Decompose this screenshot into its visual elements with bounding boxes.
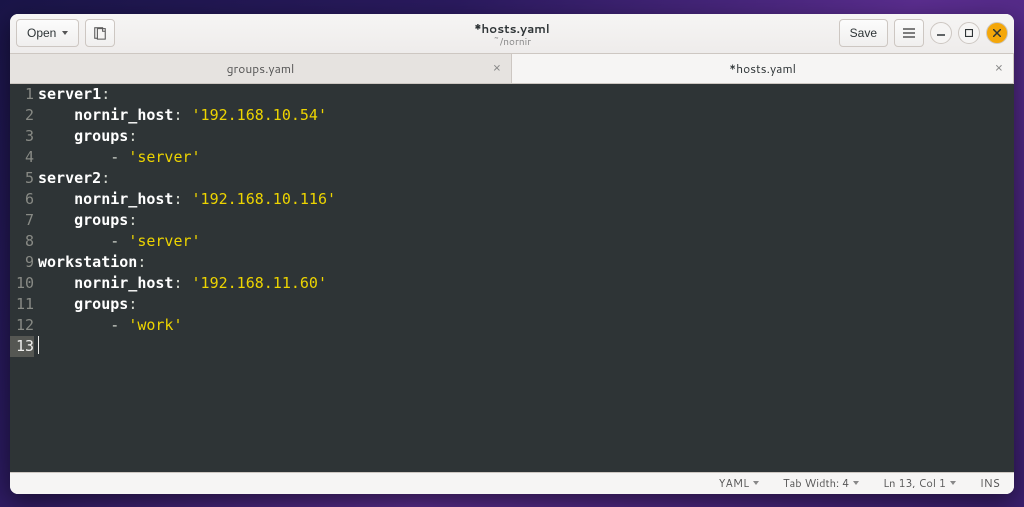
dropdown-icon bbox=[853, 481, 859, 485]
minimize-icon bbox=[937, 29, 945, 37]
code-line[interactable]: nornir_host: '192.168.11.60' bbox=[38, 273, 1014, 294]
status-bar: YAML Tab Width: 4 Ln 13, Col 1 INS bbox=[10, 472, 1014, 494]
tab-bar: groups.yaml × *hosts.yaml × bbox=[10, 54, 1014, 84]
status-insert-mode[interactable]: INS bbox=[980, 475, 1000, 491]
line-number: 5 bbox=[10, 168, 34, 189]
tab-label: *hosts.yaml bbox=[729, 60, 796, 77]
line-number: 10 bbox=[10, 273, 34, 294]
line-number: 9 bbox=[10, 252, 34, 273]
line-number: 2 bbox=[10, 105, 34, 126]
code-line[interactable]: groups: bbox=[38, 294, 1014, 315]
tab--hosts-yaml[interactable]: *hosts.yaml × bbox=[512, 54, 1014, 83]
code-line[interactable]: server2: bbox=[38, 168, 1014, 189]
line-number: 3 bbox=[10, 126, 34, 147]
code-content[interactable]: server1: nornir_host: '192.168.10.54' gr… bbox=[38, 84, 1014, 472]
code-line[interactable]: - 'work' bbox=[38, 315, 1014, 336]
maximize-icon bbox=[965, 29, 973, 37]
save-button[interactable]: Save bbox=[839, 19, 888, 47]
text-cursor bbox=[38, 336, 39, 354]
hamburger-icon bbox=[902, 26, 916, 40]
close-button[interactable] bbox=[986, 22, 1008, 44]
code-line[interactable]: nornir_host: '192.168.10.54' bbox=[38, 105, 1014, 126]
code-line[interactable]: - 'server' bbox=[38, 147, 1014, 168]
status-position[interactable]: Ln 13, Col 1 bbox=[883, 475, 956, 491]
line-number-gutter: 12345678910111213 bbox=[10, 84, 38, 472]
status-tab-width-label: Tab Width: 4 bbox=[783, 475, 849, 491]
line-number: 11 bbox=[10, 294, 34, 315]
new-tab-button[interactable] bbox=[85, 19, 115, 47]
code-line[interactable]: groups: bbox=[38, 126, 1014, 147]
open-button[interactable]: Open bbox=[16, 19, 79, 47]
tab-groups-yaml[interactable]: groups.yaml × bbox=[10, 54, 512, 83]
maximize-button[interactable] bbox=[958, 22, 980, 44]
editor-window: Open *hosts.yaml ~/nornir Save bbox=[10, 14, 1014, 494]
line-number: 12 bbox=[10, 315, 34, 336]
tab-label: groups.yaml bbox=[227, 60, 295, 77]
status-language[interactable]: YAML bbox=[719, 475, 759, 491]
line-number: 7 bbox=[10, 210, 34, 231]
code-line[interactable]: workstation: bbox=[38, 252, 1014, 273]
status-tab-width[interactable]: Tab Width: 4 bbox=[783, 475, 859, 491]
status-position-label: Ln 13, Col 1 bbox=[883, 475, 946, 491]
code-line[interactable]: server1: bbox=[38, 84, 1014, 105]
minimize-button[interactable] bbox=[930, 22, 952, 44]
code-line[interactable]: nornir_host: '192.168.10.116' bbox=[38, 189, 1014, 210]
line-number: 13 bbox=[10, 336, 34, 357]
line-number: 1 bbox=[10, 84, 34, 105]
line-number: 6 bbox=[10, 189, 34, 210]
dropdown-icon bbox=[950, 481, 956, 485]
hamburger-menu-button[interactable] bbox=[894, 19, 924, 47]
line-number: 8 bbox=[10, 231, 34, 252]
titlebar: Open *hosts.yaml ~/nornir Save bbox=[10, 14, 1014, 54]
tab-close-icon[interactable]: × bbox=[493, 59, 501, 77]
line-number: 4 bbox=[10, 147, 34, 168]
close-icon bbox=[993, 29, 1001, 37]
editor-area[interactable]: 12345678910111213 server1: nornir_host: … bbox=[10, 84, 1014, 472]
code-line[interactable] bbox=[38, 336, 1014, 357]
code-line[interactable]: - 'server' bbox=[38, 231, 1014, 252]
new-document-icon bbox=[93, 26, 107, 40]
tab-close-icon[interactable]: × bbox=[995, 59, 1003, 77]
status-language-label: YAML bbox=[719, 475, 749, 491]
code-line[interactable]: groups: bbox=[38, 210, 1014, 231]
dropdown-icon bbox=[753, 481, 759, 485]
